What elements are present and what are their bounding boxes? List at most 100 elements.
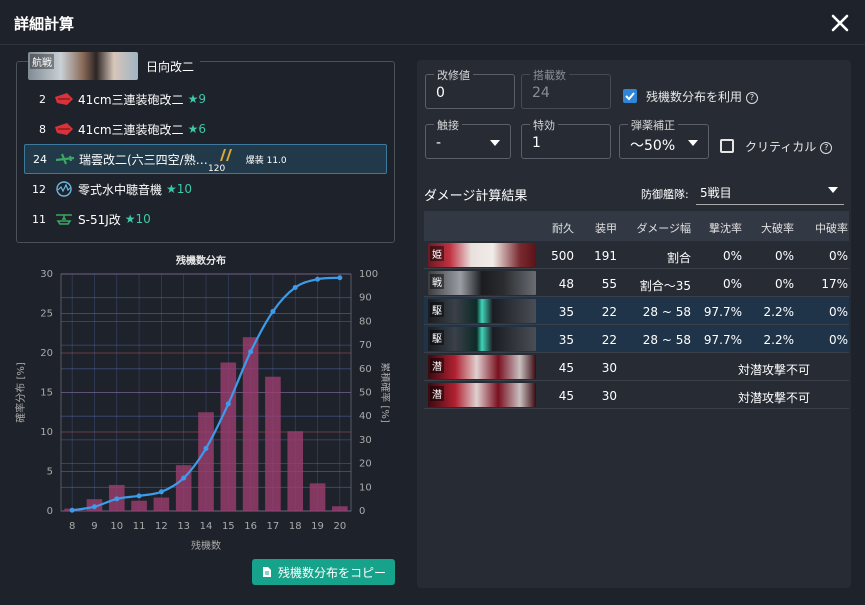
x-tick: 15: [222, 521, 235, 532]
enemy-type-tag: 駆: [430, 330, 444, 345]
x-tick: 9: [91, 521, 97, 532]
chevron-down-icon: [828, 187, 838, 193]
cell-heavy: 0%: [774, 277, 794, 291]
distribution-bar: [131, 500, 147, 511]
y-tick-right: 0: [359, 506, 365, 517]
cell-heavy: 0%: [774, 249, 794, 263]
slot-count: 24: [33, 152, 47, 166]
column-header: 耐久: [552, 222, 574, 235]
copy-button-label: 残機数分布をコピー: [277, 565, 386, 580]
special-attack-field[interactable]: 特効 1: [521, 117, 611, 159]
ship-banner: 航戦: [28, 52, 138, 80]
result-title: ダメージ計算結果: [424, 189, 528, 204]
y-tick-left: 20: [40, 348, 53, 359]
proficiency-value: 120: [208, 164, 226, 174]
cell-note: 対潜攻撃不可: [737, 363, 810, 377]
cell-range: 割合: [666, 251, 691, 265]
cell-moderate: 17%: [821, 277, 848, 291]
copy-distribution-button[interactable]: 残機数分布をコピー: [252, 559, 395, 585]
cumulative-point: [136, 493, 142, 499]
column-header: 中破率: [815, 222, 848, 235]
cumulative-point: [203, 445, 209, 451]
cell-sink: 97.7%: [703, 305, 742, 319]
improvement-value: 0: [436, 85, 445, 101]
equipment-row[interactable]: 11 S-51J改 ★10: [24, 204, 387, 234]
help-icon[interactable]: ?: [820, 141, 833, 154]
enemy-banner: 潜: [428, 383, 536, 407]
cell-sink: 97.7%: [703, 333, 742, 347]
cell-sink: 0%: [722, 249, 742, 263]
enemy-type-tag: 潜: [430, 386, 444, 401]
cell-sink: 0%: [722, 277, 742, 291]
enemy-banner: 潜: [428, 355, 536, 379]
x-tick: 18: [289, 521, 302, 532]
cell-note: 対潜攻撃不可: [737, 391, 810, 405]
improvement-level: ★9: [187, 92, 206, 106]
enemy-banner: 駆: [428, 327, 536, 351]
defense-fleet-select[interactable]: 5戦目: [696, 177, 844, 205]
use-distribution-text: 残機数分布を利用: [646, 90, 743, 104]
column-header: ダメージ幅: [636, 222, 691, 235]
seaplane-bomber-icon: [55, 153, 75, 165]
x-tick: 11: [133, 521, 146, 532]
close-icon[interactable]: [826, 9, 854, 37]
y-tick-left: 5: [47, 467, 53, 478]
equipment-row[interactable]: 24 瑞雲改二(六三四空/熟… 120 爆装 11.0: [24, 144, 387, 174]
distribution-bar: [220, 362, 237, 511]
equipment-row[interactable]: 12 零式水中聴音機 ★10: [24, 174, 387, 204]
equipment-stat: 爆装 11.0: [245, 155, 287, 166]
cell-armor: 191: [594, 249, 617, 263]
distribution-bar: [332, 506, 348, 511]
equipment-name: 零式水中聴音機: [78, 182, 163, 197]
cumulative-point: [225, 401, 231, 407]
enemy-type-tag: 姫: [430, 246, 444, 261]
slot-count-field: 搭載数 24: [521, 67, 611, 109]
cell-hp: 45: [558, 361, 574, 375]
contact-select[interactable]: 触接 -: [425, 117, 511, 159]
slot-count: 2: [39, 92, 46, 106]
y-tick-right: 20: [359, 459, 372, 470]
x-axis-label: 残機数: [191, 539, 221, 552]
y-tick-left: 10: [40, 427, 53, 438]
use-distribution-label: 残機数分布を利用?: [646, 88, 759, 105]
dialog-header: 詳細計算: [0, 0, 865, 45]
y-tick-right: 40: [359, 411, 372, 422]
cumulative-point: [158, 489, 164, 495]
x-tick: 12: [155, 521, 168, 532]
defense-fleet-label: 防御艦隊:: [641, 188, 689, 201]
y-tick-right: 90: [359, 293, 372, 304]
cell-armor: 30: [601, 361, 617, 375]
y-tick-right: 10: [359, 482, 372, 493]
dialog-title: 詳細計算: [14, 15, 75, 33]
table-row: 駆 35 22 28 ~ 58 97.7% 2.2% 0%: [424, 325, 849, 353]
equipment-row[interactable]: 2 41cm三連装砲改二 ★9: [24, 84, 387, 114]
cumulative-point: [292, 285, 298, 291]
critical-checkbox[interactable]: [720, 139, 734, 153]
y-tick-right: 50: [359, 388, 372, 399]
cumulative-point: [248, 349, 254, 355]
use-distribution-checkbox[interactable]: [623, 89, 637, 103]
equipment-row[interactable]: 8 41cm三連装砲改二 ★6: [24, 114, 387, 144]
document-icon: [262, 567, 271, 577]
cumulative-point: [181, 475, 187, 481]
cell-armor: 55: [601, 277, 617, 291]
main-gun-icon: [55, 93, 73, 105]
critical-label: クリティカル?: [745, 138, 833, 155]
y-tick-right: 70: [359, 340, 372, 351]
critical-text: クリティカル: [745, 140, 817, 154]
equipment-name: S-51J改: [78, 212, 121, 227]
cumulative-point: [270, 308, 276, 314]
improvement-level: ★10: [166, 182, 193, 196]
column-header: 撃沈率: [709, 222, 742, 235]
cumulative-point: [91, 504, 97, 510]
distribution-bar: [265, 376, 281, 511]
table-header: 耐久 装甲 ダメージ幅 撃沈率 大破率 中破率: [424, 211, 849, 241]
help-icon[interactable]: ?: [746, 91, 759, 104]
defense-fleet-value: 5戦目: [700, 186, 732, 200]
y-tick-right: 60: [359, 364, 372, 375]
ammo-correction-select[interactable]: 弾薬補正 〜50%: [619, 117, 709, 159]
slot-count: 11: [32, 212, 46, 226]
improvement-field[interactable]: 改修値 0: [425, 67, 515, 109]
cell-heavy: 2.2%: [763, 305, 795, 319]
cell-hp: 35: [558, 333, 574, 347]
